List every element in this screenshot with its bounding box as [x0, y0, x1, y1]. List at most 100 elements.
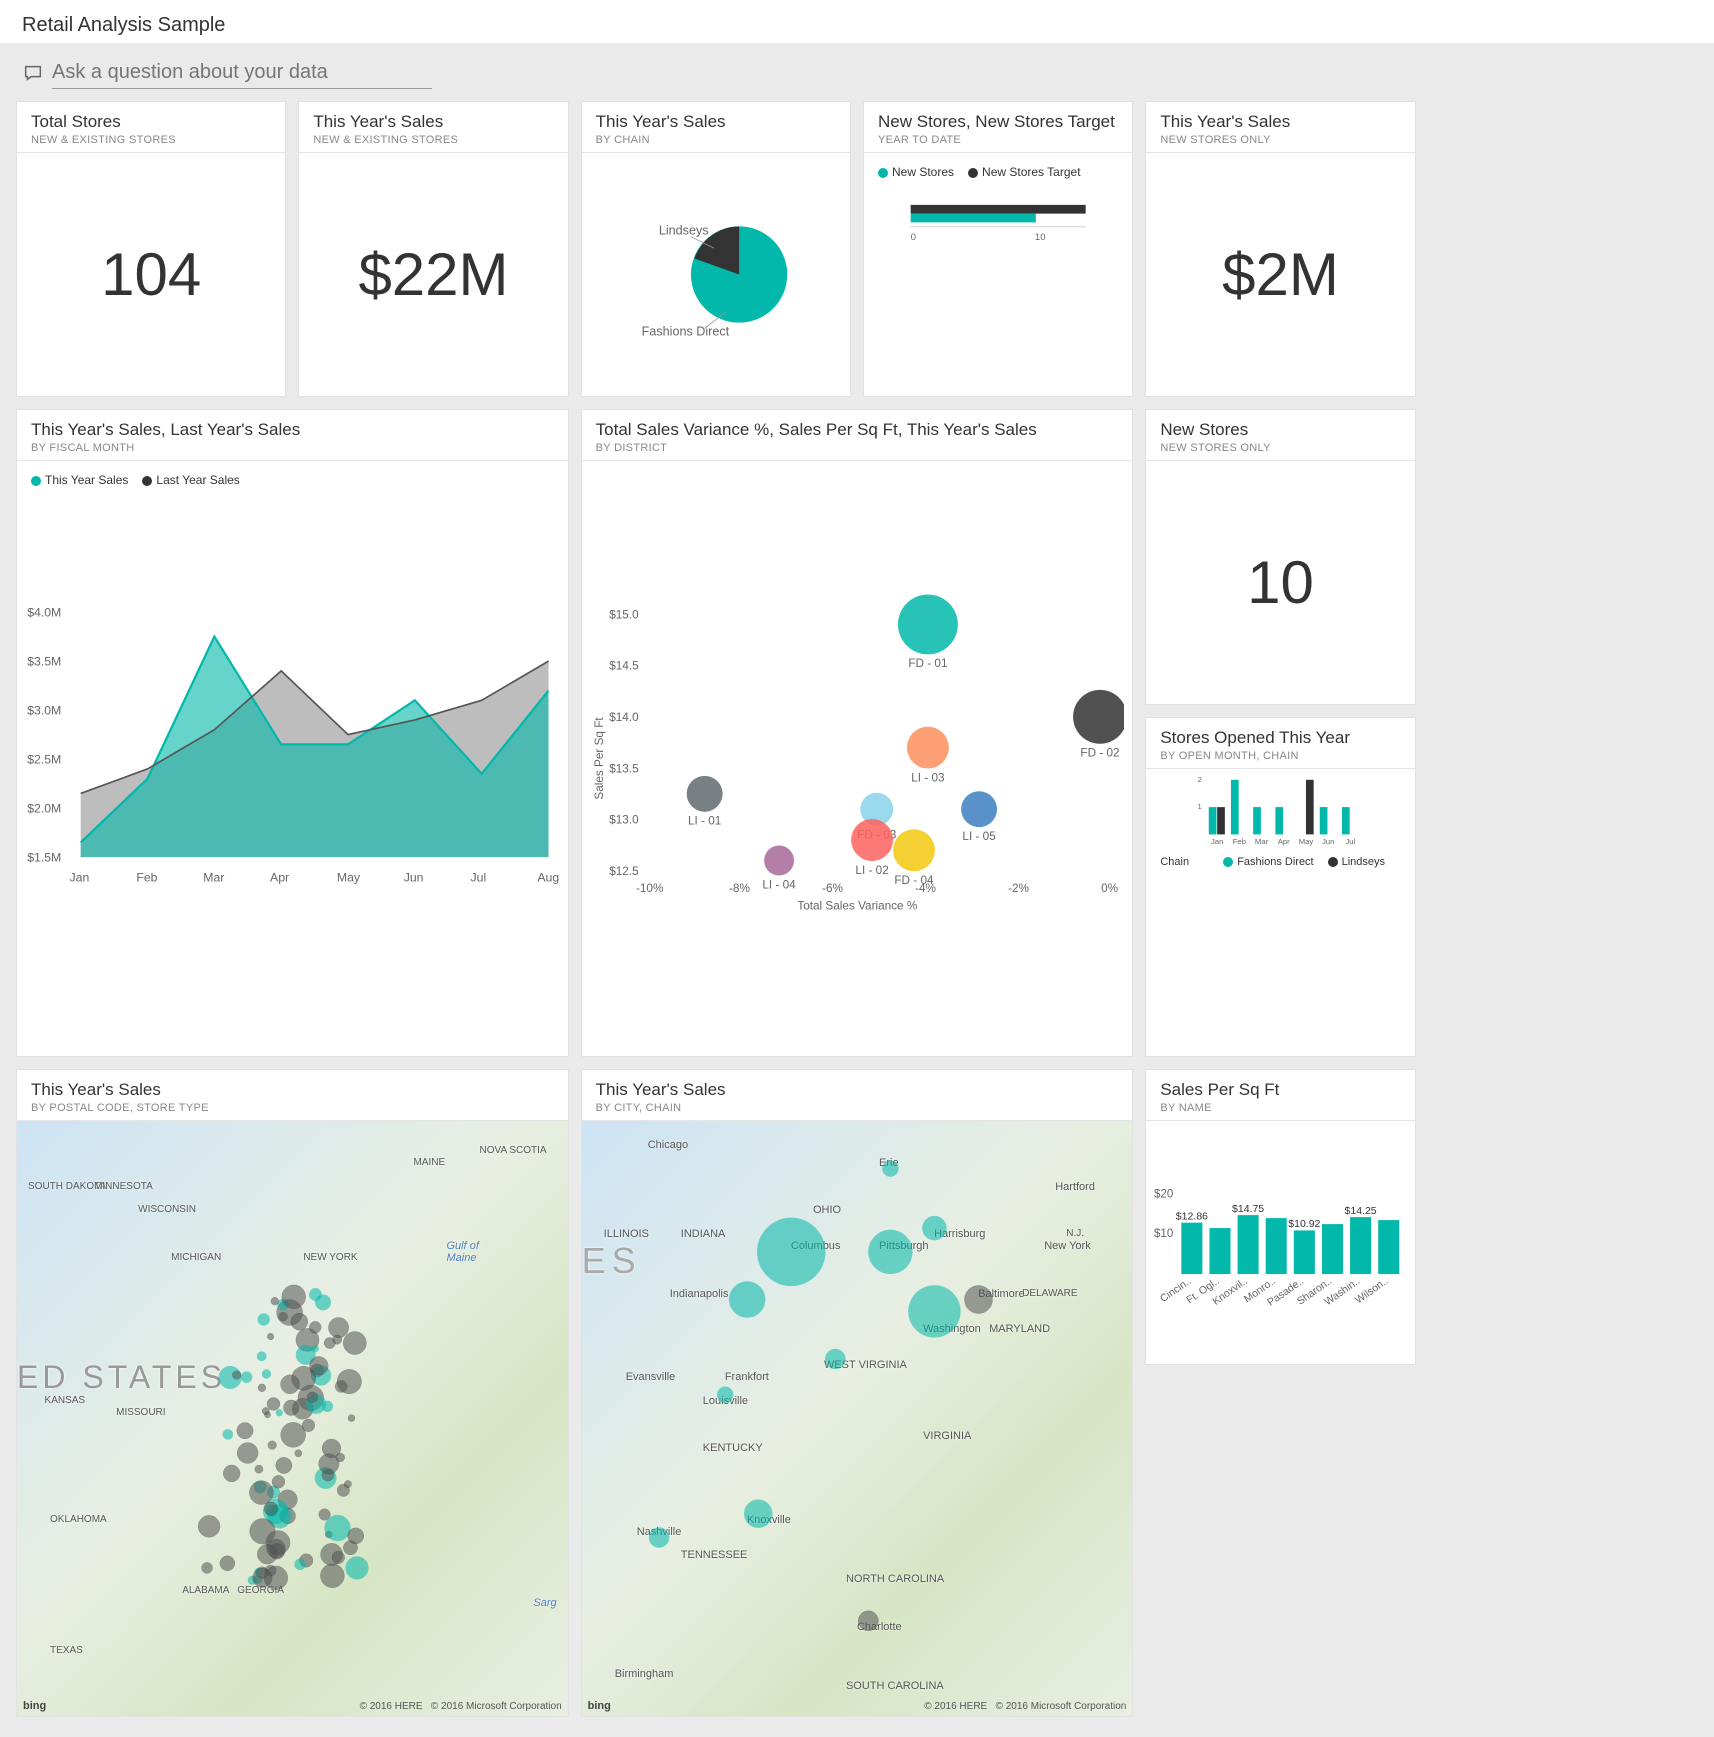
tile-variance[interactable]: Total Sales Variance %, Sales Per Sq Ft,… [581, 409, 1134, 1057]
svg-text:-2%: -2% [1008, 882, 1029, 895]
svg-text:Jun: Jun [404, 871, 424, 885]
tile-sub: BY FISCAL MONTH [31, 442, 554, 454]
tile-sub: BY DISTRICT [596, 442, 1119, 454]
svg-text:Feb: Feb [136, 871, 157, 885]
svg-text:-10%: -10% [636, 882, 664, 895]
svg-text:LI - 01: LI - 01 [688, 815, 721, 828]
svg-text:LI - 05: LI - 05 [962, 830, 996, 843]
svg-text:$4.0M: $4.0M [27, 606, 61, 620]
tile-tys-lys[interactable]: This Year's Sales, Last Year's SalesBY F… [16, 409, 569, 1057]
pie-chart: Lindseys Fashions Direct [582, 153, 850, 396]
svg-text:-6%: -6% [822, 882, 843, 895]
svg-text:$12.5: $12.5 [609, 865, 639, 878]
svg-text:$12.86: $12.86 [1176, 1211, 1208, 1223]
tile-sqft[interactable]: Sales Per Sq FtBY NAME $10$20$12.86Cinci… [1145, 1069, 1415, 1365]
svg-text:-8%: -8% [729, 882, 750, 895]
tile-title: Stores Opened This Year [1160, 728, 1400, 748]
qna-input[interactable] [52, 57, 432, 89]
kpi-value: 10 [1154, 469, 1406, 696]
svg-text:FD - 02: FD - 02 [1080, 747, 1119, 760]
svg-text:0%: 0% [1101, 882, 1119, 895]
tile-total-stores[interactable]: Total Stores NEW & EXISTING STORES 104 [16, 101, 286, 397]
pie-label-lindseys: Lindseys [658, 223, 708, 237]
svg-text:Jan: Jan [70, 871, 90, 885]
tile-title: New Stores [1160, 420, 1400, 440]
svg-text:FD - 01: FD - 01 [908, 657, 947, 670]
tile-title: Total Stores [31, 112, 271, 132]
svg-text:Mar: Mar [203, 871, 224, 885]
tile-new-target[interactable]: New Stores, New Stores TargetYEAR TO DAT… [863, 101, 1133, 397]
svg-text:$10.92: $10.92 [1289, 1218, 1321, 1230]
svg-text:Aug: Aug [537, 871, 559, 885]
page-title: Retail Analysis Sample [0, 0, 1714, 43]
scatter-chart: $12.5$13.0$13.5$14.0$14.5$15.0-10%-8%-6%… [590, 469, 1125, 1048]
svg-text:$14.75: $14.75 [1232, 1203, 1264, 1215]
svg-text:$3.5M: $3.5M [27, 655, 61, 669]
svg-text:$14.25: $14.25 [1345, 1205, 1377, 1217]
tile-title: This Year's Sales [1160, 112, 1400, 132]
svg-text:$15.0: $15.0 [609, 608, 639, 621]
tile-sub: BY CITY, CHAIN [596, 1102, 1119, 1114]
svg-text:LI - 03: LI - 03 [911, 771, 945, 784]
svg-text:$13.0: $13.0 [609, 814, 639, 827]
svg-text:$14.0: $14.0 [609, 711, 639, 724]
svg-text:LI - 02: LI - 02 [855, 864, 888, 877]
tile-sub: NEW & EXISTING STORES [31, 134, 271, 146]
svg-text:May: May [1299, 837, 1314, 846]
tile-title: Total Sales Variance %, Sales Per Sq Ft,… [596, 420, 1119, 440]
tile-title: This Year's Sales [596, 112, 836, 132]
svg-text:FD - 04: FD - 04 [894, 874, 934, 887]
svg-text:Sales Per Sq Ft: Sales Per Sq Ft [592, 717, 605, 800]
grid: Total Stores NEW & EXISTING STORES 104 Th… [16, 101, 1698, 1717]
tile-sub: NEW STORES ONLY [1160, 134, 1400, 146]
map-canvas[interactable]: ILLINOIS INDIANA OHIO WEST VIRGINIA VIRG… [582, 1121, 1133, 1716]
svg-text:$2.5M: $2.5M [27, 753, 61, 767]
bing-logo: bing [23, 1700, 46, 1712]
dashboard: Total Stores NEW & EXISTING STORES 104 Th… [0, 43, 1714, 1737]
svg-text:1: 1 [1198, 802, 1202, 811]
kpi-value: 104 [25, 161, 277, 388]
tile-tys-new[interactable]: This Year's Sales NEW STORES ONLY $2M [1145, 101, 1415, 397]
map-canvas[interactable]: TEXAS SOUTH DAKOTA WISCONSIN MINNESOTA M… [17, 1121, 568, 1716]
tile-title: Sales Per Sq Ft [1160, 1080, 1400, 1100]
tile-title: This Year's Sales [313, 112, 553, 132]
tile-tys-all[interactable]: This Year's SalesNEW & EXISTING STORES $… [298, 101, 568, 397]
tile-sub: BY POSTAL CODE, STORE TYPE [31, 1102, 554, 1114]
tile-title: New Stores, New Stores Target [878, 112, 1118, 132]
svg-text:10: 10 [1035, 232, 1046, 243]
tile-map-postal[interactable]: This Year's Sales BY POSTAL CODE, STORE T… [16, 1069, 569, 1717]
tile-title: This Year's Sales [31, 1080, 554, 1100]
tile-sub: BY NAME [1160, 1102, 1400, 1114]
svg-text:LI - 04: LI - 04 [762, 878, 796, 891]
svg-text:Apr: Apr [1278, 837, 1290, 846]
svg-text:Total Sales Variance %: Total Sales Variance % [797, 899, 918, 912]
tile-sub: NEW & EXISTING STORES [313, 134, 553, 146]
svg-text:Feb: Feb [1233, 837, 1246, 846]
tile-new-stores[interactable]: New StoresNEW STORES ONLY 10 [1145, 409, 1415, 705]
svg-text:$13.5: $13.5 [609, 762, 639, 775]
chart-legend: Chain Fashions DirectLindseys [1154, 852, 1406, 872]
opened-chart: 12JanFebMarAprMayJunJul [1154, 777, 1406, 847]
tile-title: This Year's Sales [596, 1080, 1119, 1100]
svg-text:$10: $10 [1154, 1228, 1173, 1240]
sqft-chart: $10$20$12.86Cincin..Ft. Ogl..$14.75Knoxv… [1154, 1129, 1406, 1356]
area-chart: $1.5M$2.0M$2.5M$3.0M$3.5M$4.0MJanFebMarA… [25, 491, 560, 1001]
pie-label-fd: Fashions Direct [641, 324, 729, 338]
kpi-value: $2M [1154, 161, 1406, 388]
svg-text:Jan: Jan [1211, 837, 1223, 846]
tile-opened[interactable]: Stores Opened This YearBY OPEN MONTH, CH… [1145, 717, 1415, 1057]
svg-text:Jul: Jul [1346, 837, 1356, 846]
map-attribution: © 2016 HERE © 2016 Microsoft Corporation [360, 1701, 562, 1712]
qna-row [16, 57, 1698, 101]
svg-text:Mar: Mar [1255, 837, 1269, 846]
svg-text:Apr: Apr [270, 871, 289, 885]
svg-text:Jun: Jun [1322, 837, 1334, 846]
svg-text:0: 0 [911, 232, 916, 243]
svg-text:$20: $20 [1154, 1188, 1173, 1200]
svg-text:$2.0M: $2.0M [27, 802, 61, 816]
tile-tys-chain[interactable]: This Year's SalesBY CHAIN Lindseys Fashi… [581, 101, 851, 397]
tile-map-city[interactable]: This Year's Sales BY CITY, CHAIN ILLINOIS… [581, 1069, 1134, 1717]
bing-logo: bing [588, 1700, 611, 1712]
svg-text:$3.0M: $3.0M [27, 704, 61, 718]
chart-legend: This Year SalesLast Year Sales [25, 469, 560, 491]
